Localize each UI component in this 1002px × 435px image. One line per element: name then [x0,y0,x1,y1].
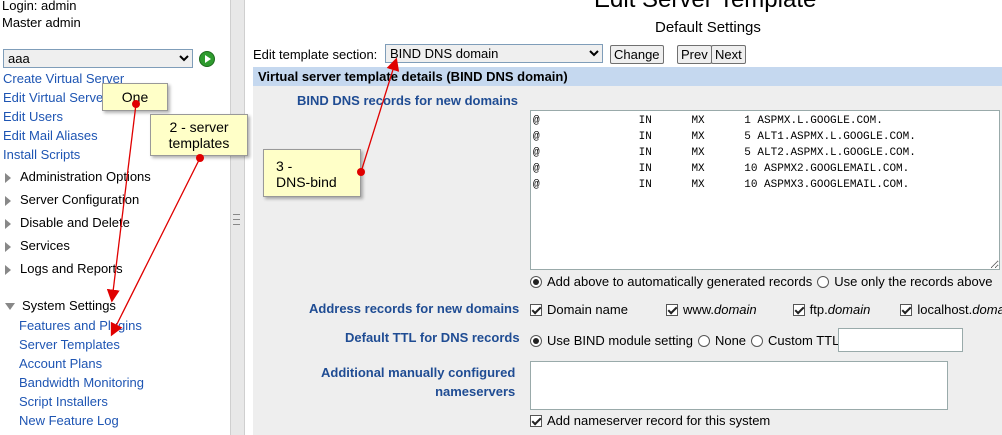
page-subtitle: Default Settings [655,19,761,36]
main-frame: Edit Server Template Default Settings Ed… [248,0,1002,435]
expand-triangle-icon [5,195,11,206]
radio-ttl-bind[interactable] [530,334,542,347]
domain-select[interactable]: aaa [3,49,193,68]
expand-triangle-icon [5,241,11,252]
sub-account-plans[interactable]: Account Plans [19,356,102,371]
radio-use-only[interactable] [817,275,830,288]
radio-ttl-none[interactable] [697,334,710,347]
link-edit-mail-aliases[interactable]: Edit Mail Aliases [3,128,98,143]
category-administration-options[interactable]: Administration Options [5,169,151,184]
callout-one: One [102,83,168,111]
custom-ttl-input[interactable] [838,328,963,352]
category-services[interactable]: Services [5,238,70,253]
checkbox-www[interactable] [665,303,678,316]
radio-add-above[interactable] [530,275,542,288]
sub-server-templates[interactable]: Server Templates [19,337,120,352]
next-button[interactable]: Next [711,45,746,64]
template-section-select[interactable]: BIND DNS domain [385,44,603,63]
go-arrow-icon[interactable] [199,51,215,67]
divider-grip-icon[interactable] [231,213,242,225]
login-text: Login: admin [2,0,77,13]
collapse-triangle-icon [5,303,15,311]
login-info: Login: admin Master admin [2,0,81,31]
radio-ttl-custom[interactable] [751,334,764,347]
checkbox-add-nameserver[interactable] [530,414,542,427]
nameserver-checkbox-row: Add nameserver record for this system [530,413,770,428]
sub-features-and-plugins[interactable]: Features and Plugins [19,318,142,333]
checkbox-localhost[interactable] [900,303,913,316]
link-edit-users[interactable]: Edit Users [3,109,63,124]
address-records-checkboxes: Domain name www. domain ftp. domain localh… [530,302,1002,317]
nameservers-label: Additional manually configured nameserve… [321,365,516,399]
ttl-radio-group: Use BIND module setting None Custom TTL [530,333,839,348]
change-button[interactable]: Change [610,45,664,64]
sub-script-installers[interactable]: Script Installers [19,394,108,409]
checkbox-domain-name[interactable] [530,303,542,316]
expand-triangle-icon [5,172,11,183]
sub-new-feature-log[interactable]: New Feature Log [19,413,119,428]
category-disable-and-delete[interactable]: Disable and Delete [5,215,130,230]
category-logs-and-reports[interactable]: Logs and Reports [5,261,123,276]
category-system-settings[interactable]: System Settings [5,298,116,313]
dns-records-label: BIND DNS records for new domains [297,93,519,108]
prev-button[interactable]: Prev [677,45,712,64]
page-title: Edit Server Template [594,0,816,14]
category-server-configuration[interactable]: Server Configuration [5,192,139,207]
records-mode-radio-group: Add above to automatically generated rec… [530,274,992,289]
nameservers-textarea[interactable] [530,361,948,410]
link-install-scripts[interactable]: Install Scripts [3,147,80,162]
section-header: Virtual server template details (BIND DN… [253,67,1002,86]
address-records-label: Address records for new domains [309,301,520,316]
dns-records-textarea[interactable]: @ IN MX 1 ASPMX.L.GOOGLE.COM. @ IN MX 5 … [530,110,1000,270]
ttl-label: Default TTL for DNS records [345,330,520,345]
callout-server-templates: 2 - server templates [150,114,248,156]
sub-bandwidth-monitoring[interactable]: Bandwidth Monitoring [19,375,144,390]
expand-triangle-icon [5,218,11,229]
callout-dns-bind: 3 - DNS-bind [263,149,361,197]
expand-triangle-icon [5,264,11,275]
left-frame: Login: admin Master admin aaa Create Vir… [0,0,220,435]
section-label: Edit template section: [253,47,378,62]
checkbox-ftp[interactable] [792,303,805,316]
link-edit-virtual-server[interactable]: Edit Virtual Server [3,90,108,105]
role-text: Master admin [2,15,81,30]
